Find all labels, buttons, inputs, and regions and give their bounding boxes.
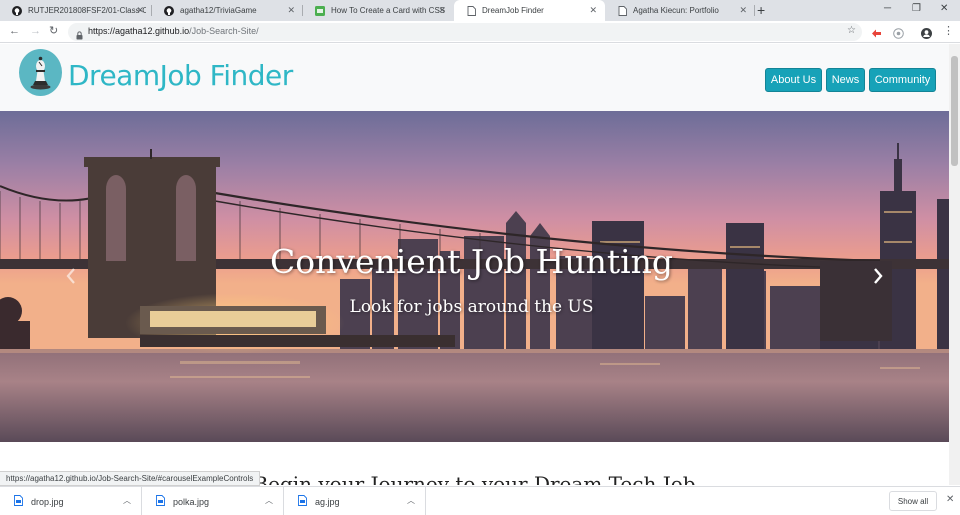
github-icon <box>12 5 22 16</box>
browser-menu-icon[interactable]: ⋮ <box>943 24 954 37</box>
page-icon <box>466 5 476 16</box>
extension-grey-icon[interactable] <box>893 26 904 44</box>
page-viewport: DreamJob Finder About Us News Community <box>0 44 949 485</box>
tab-title: agatha12/TriviaGame <box>180 6 257 15</box>
hero-title: Convenient Job Hunting <box>269 242 674 281</box>
forward-icon[interactable]: → <box>30 24 41 38</box>
extension-icon[interactable] <box>871 26 882 44</box>
reload-icon[interactable]: ↻ <box>49 24 58 38</box>
tab-github-class[interactable]: RUTJER201808FSF2/01-Class-Con ✕ <box>0 0 152 21</box>
tab-title: DreamJob Finder <box>482 6 544 15</box>
address-bar[interactable]: https://agatha12.github.io/Job-Search-Si… <box>68 23 862 41</box>
bookmark-star-icon[interactable]: ☆ <box>847 25 856 36</box>
chevron-up-icon[interactable]: ︿ <box>407 495 415 506</box>
download-item[interactable]: ag.jpg ︿ <box>284 487 426 515</box>
new-tab-button[interactable]: + <box>757 2 765 18</box>
carousel-prev-icon[interactable] <box>64 266 78 286</box>
download-shelf: drop.jpg ︿ polka.jpg ︿ ag.jpg ︿ Show all… <box>0 486 960 515</box>
close-tab-icon[interactable]: ✕ <box>739 5 747 15</box>
carousel-next-icon[interactable] <box>871 266 885 286</box>
minimize-icon[interactable]: ─ <box>884 3 891 14</box>
download-filename: drop.jpg <box>31 496 64 507</box>
site-header: DreamJob Finder About Us News Community <box>0 44 949 111</box>
close-tab-icon[interactable]: ✕ <box>589 5 597 15</box>
image-file-icon <box>14 495 23 508</box>
url-path: /Job-Search-Site/ <box>189 26 259 36</box>
hero-subtitle: Look for jobs around the US <box>349 297 594 317</box>
tab-title: RUTJER201808FSF2/01-Class-Con <box>28 6 146 15</box>
download-item[interactable]: polka.jpg ︿ <box>142 487 284 515</box>
tab-strip: RUTJER201808FSF2/01-Class-Con ✕ agatha12… <box>0 0 960 21</box>
image-file-icon <box>298 495 307 508</box>
download-item[interactable]: drop.jpg ︿ <box>0 487 142 515</box>
chevron-up-icon[interactable]: ︿ <box>123 495 131 506</box>
tab-portfolio[interactable]: Agatha Kiecun: Portfolio ✕ <box>605 0 755 21</box>
status-bar-url: https://agatha12.github.io/Job-Search-Si… <box>0 471 261 486</box>
close-tab-icon[interactable]: ✕ <box>438 5 446 15</box>
maximize-icon[interactable]: ❐ <box>912 3 921 14</box>
close-tab-icon[interactable]: ✕ <box>287 5 295 15</box>
close-shelf-icon[interactable]: ✕ <box>946 494 954 505</box>
download-filename: polka.jpg <box>173 496 210 507</box>
site-brand-title[interactable]: DreamJob Finder <box>68 59 293 92</box>
tab-dreamjob-finder[interactable]: DreamJob Finder ✕ <box>454 0 605 21</box>
tab-github-trivia[interactable]: agatha12/TriviaGame ✕ <box>152 0 303 21</box>
lock-icon <box>76 27 83 45</box>
scrollbar-thumb[interactable] <box>951 56 958 166</box>
w3schools-icon <box>315 5 325 16</box>
tab-title: Agatha Kiecun: Portfolio <box>633 6 719 15</box>
url-domain: https://agatha12.github.io <box>88 26 190 36</box>
download-filename: ag.jpg <box>315 496 340 507</box>
tab-title: How To Create a Card with CSS <box>331 6 446 15</box>
browser-toolbar: ← → ↻ https://agatha12.github.io/Job-Sea… <box>0 21 960 43</box>
hero-carousel: Convenient Job Hunting Look for jobs aro… <box>0 111 949 442</box>
nav-about-us-button[interactable]: About Us <box>765 68 822 92</box>
tab-divider <box>754 5 755 16</box>
close-window-icon[interactable]: ✕ <box>940 3 948 14</box>
url-text[interactable]: https://agatha12.github.io/Job-Search-Si… <box>88 26 259 36</box>
page-scrollbar[interactable] <box>949 44 960 485</box>
nav-news-button[interactable]: News <box>826 68 865 92</box>
back-icon[interactable]: ← <box>9 24 20 38</box>
logo-chess-bishop-icon[interactable] <box>19 49 62 96</box>
github-icon <box>164 5 174 16</box>
nav-community-button[interactable]: Community <box>869 68 936 92</box>
show-all-downloads-button[interactable]: Show all <box>889 491 937 511</box>
chevron-up-icon[interactable]: ︿ <box>265 495 273 506</box>
page-icon <box>617 5 627 16</box>
close-tab-icon[interactable]: ✕ <box>136 5 144 15</box>
tab-w3schools-card[interactable]: How To Create a Card with CSS ✕ <box>303 0 454 21</box>
profile-avatar-icon[interactable] <box>921 26 932 44</box>
image-file-icon <box>156 495 165 508</box>
